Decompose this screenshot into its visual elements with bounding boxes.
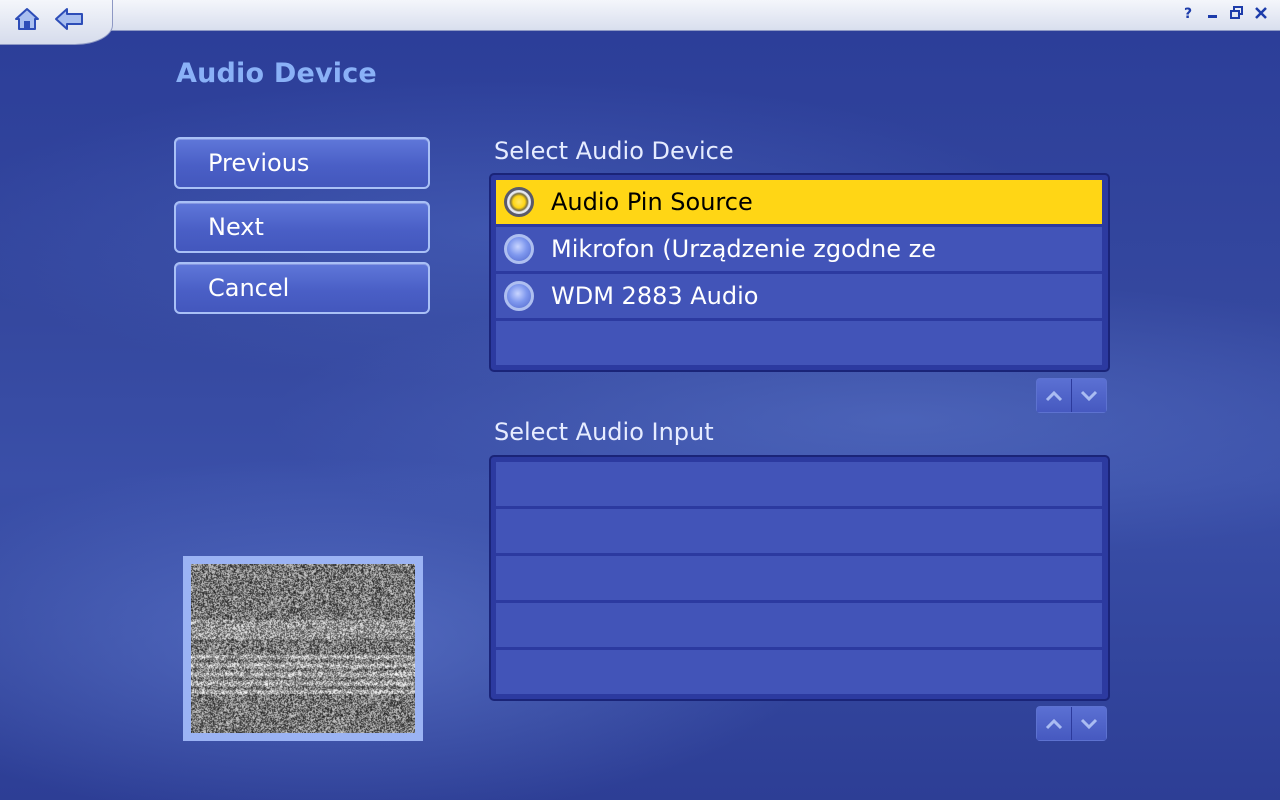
radio-icon <box>504 281 534 311</box>
chevron-down-icon[interactable] <box>1071 379 1106 412</box>
back-arrow-icon[interactable] <box>54 6 83 32</box>
close-icon[interactable] <box>1252 4 1270 22</box>
list-item-empty <box>496 509 1102 553</box>
video-preview <box>183 556 423 741</box>
chevron-up-icon[interactable] <box>1037 707 1071 740</box>
restore-icon[interactable] <box>1228 4 1246 22</box>
input-list-scroller <box>1037 707 1106 740</box>
list-item-empty <box>496 462 1102 506</box>
page-title: Audio Device <box>176 58 377 89</box>
static-noise-image <box>191 564 415 733</box>
chevron-up-icon[interactable] <box>1037 379 1071 412</box>
list-item-empty <box>496 650 1102 694</box>
audio-device-list: Audio Pin Source Mikrofon (Urządzenie zg… <box>489 173 1110 372</box>
svg-text:?: ? <box>1184 6 1192 21</box>
nav-tab <box>0 0 113 45</box>
device-list-label: Select Audio Device <box>494 137 734 165</box>
list-item-label: Mikrofon (Urządzenie zgodne ze <box>551 235 936 263</box>
list-item[interactable]: Mikrofon (Urządzenie zgodne ze <box>496 227 1102 271</box>
list-item[interactable]: WDM 2883 Audio <box>496 274 1102 318</box>
list-item[interactable]: Audio Pin Source <box>496 180 1102 224</box>
cancel-button[interactable]: Cancel <box>174 262 430 314</box>
chevron-down-icon[interactable] <box>1071 707 1106 740</box>
list-item-empty <box>496 603 1102 647</box>
radio-selected-icon <box>504 187 534 217</box>
radio-icon <box>504 234 534 264</box>
previous-button[interactable]: Previous <box>174 137 430 189</box>
list-item-empty <box>496 556 1102 600</box>
window-controls: ? <box>1180 4 1270 22</box>
audio-input-list <box>489 455 1110 701</box>
home-icon[interactable] <box>13 6 41 32</box>
list-item-empty <box>496 321 1102 365</box>
minimize-icon[interactable] <box>1204 4 1222 22</box>
title-bar: ? <box>0 0 1280 31</box>
list-item-label: WDM 2883 Audio <box>551 282 759 310</box>
input-list-label: Select Audio Input <box>494 418 714 446</box>
list-item-label: Audio Pin Source <box>551 188 753 216</box>
device-list-scroller <box>1037 379 1106 412</box>
help-icon[interactable]: ? <box>1180 4 1198 22</box>
next-button[interactable]: Next <box>174 201 430 253</box>
